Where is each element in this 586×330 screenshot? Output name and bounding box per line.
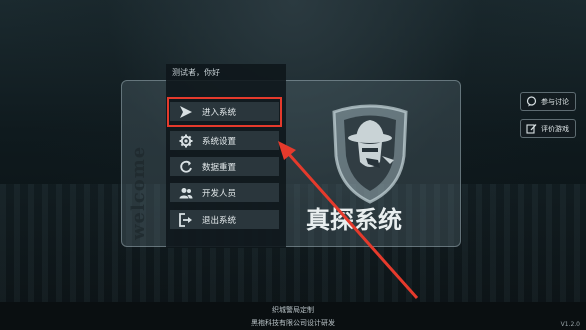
menu-item-label: 数据重置 [202, 162, 237, 173]
menu-item-data-reset[interactable]: 数据重置 [170, 157, 279, 176]
menu-item-exit-system[interactable]: 退出系统 [170, 210, 279, 229]
brand-title: 真探系统 [306, 206, 402, 234]
menu-item-system-settings[interactable]: 系统设置 [170, 131, 279, 150]
discussion-button[interactable]: 参与讨论 [520, 92, 576, 111]
menu-item-developers[interactable]: 开发人员 [170, 183, 279, 202]
greeting-text: 测试者，你好 [172, 68, 220, 77]
menu-item-label: 退出系统 [202, 215, 237, 226]
rate-game-button[interactable]: 评价游戏 [520, 119, 576, 138]
footer-line-2: 黑袍科技有限公司设计研发 [251, 319, 335, 327]
footer-line-1: 织城警局定制 [272, 306, 314, 314]
highlight-box [167, 97, 282, 127]
discussion-label: 参与讨论 [541, 97, 569, 106]
menu-item-label: 开发人员 [202, 188, 237, 199]
menu-item-label: 系统设置 [202, 136, 237, 147]
version-label: V1.2.0 [560, 321, 580, 328]
users-icon [178, 185, 194, 201]
rate-game-label: 评价游戏 [541, 124, 569, 133]
gear-icon [178, 133, 194, 149]
welcome-text: welcome [128, 145, 149, 240]
refresh-icon [178, 159, 194, 175]
chat-icon [525, 96, 537, 108]
edit-icon [525, 123, 537, 135]
exit-icon [178, 212, 194, 228]
